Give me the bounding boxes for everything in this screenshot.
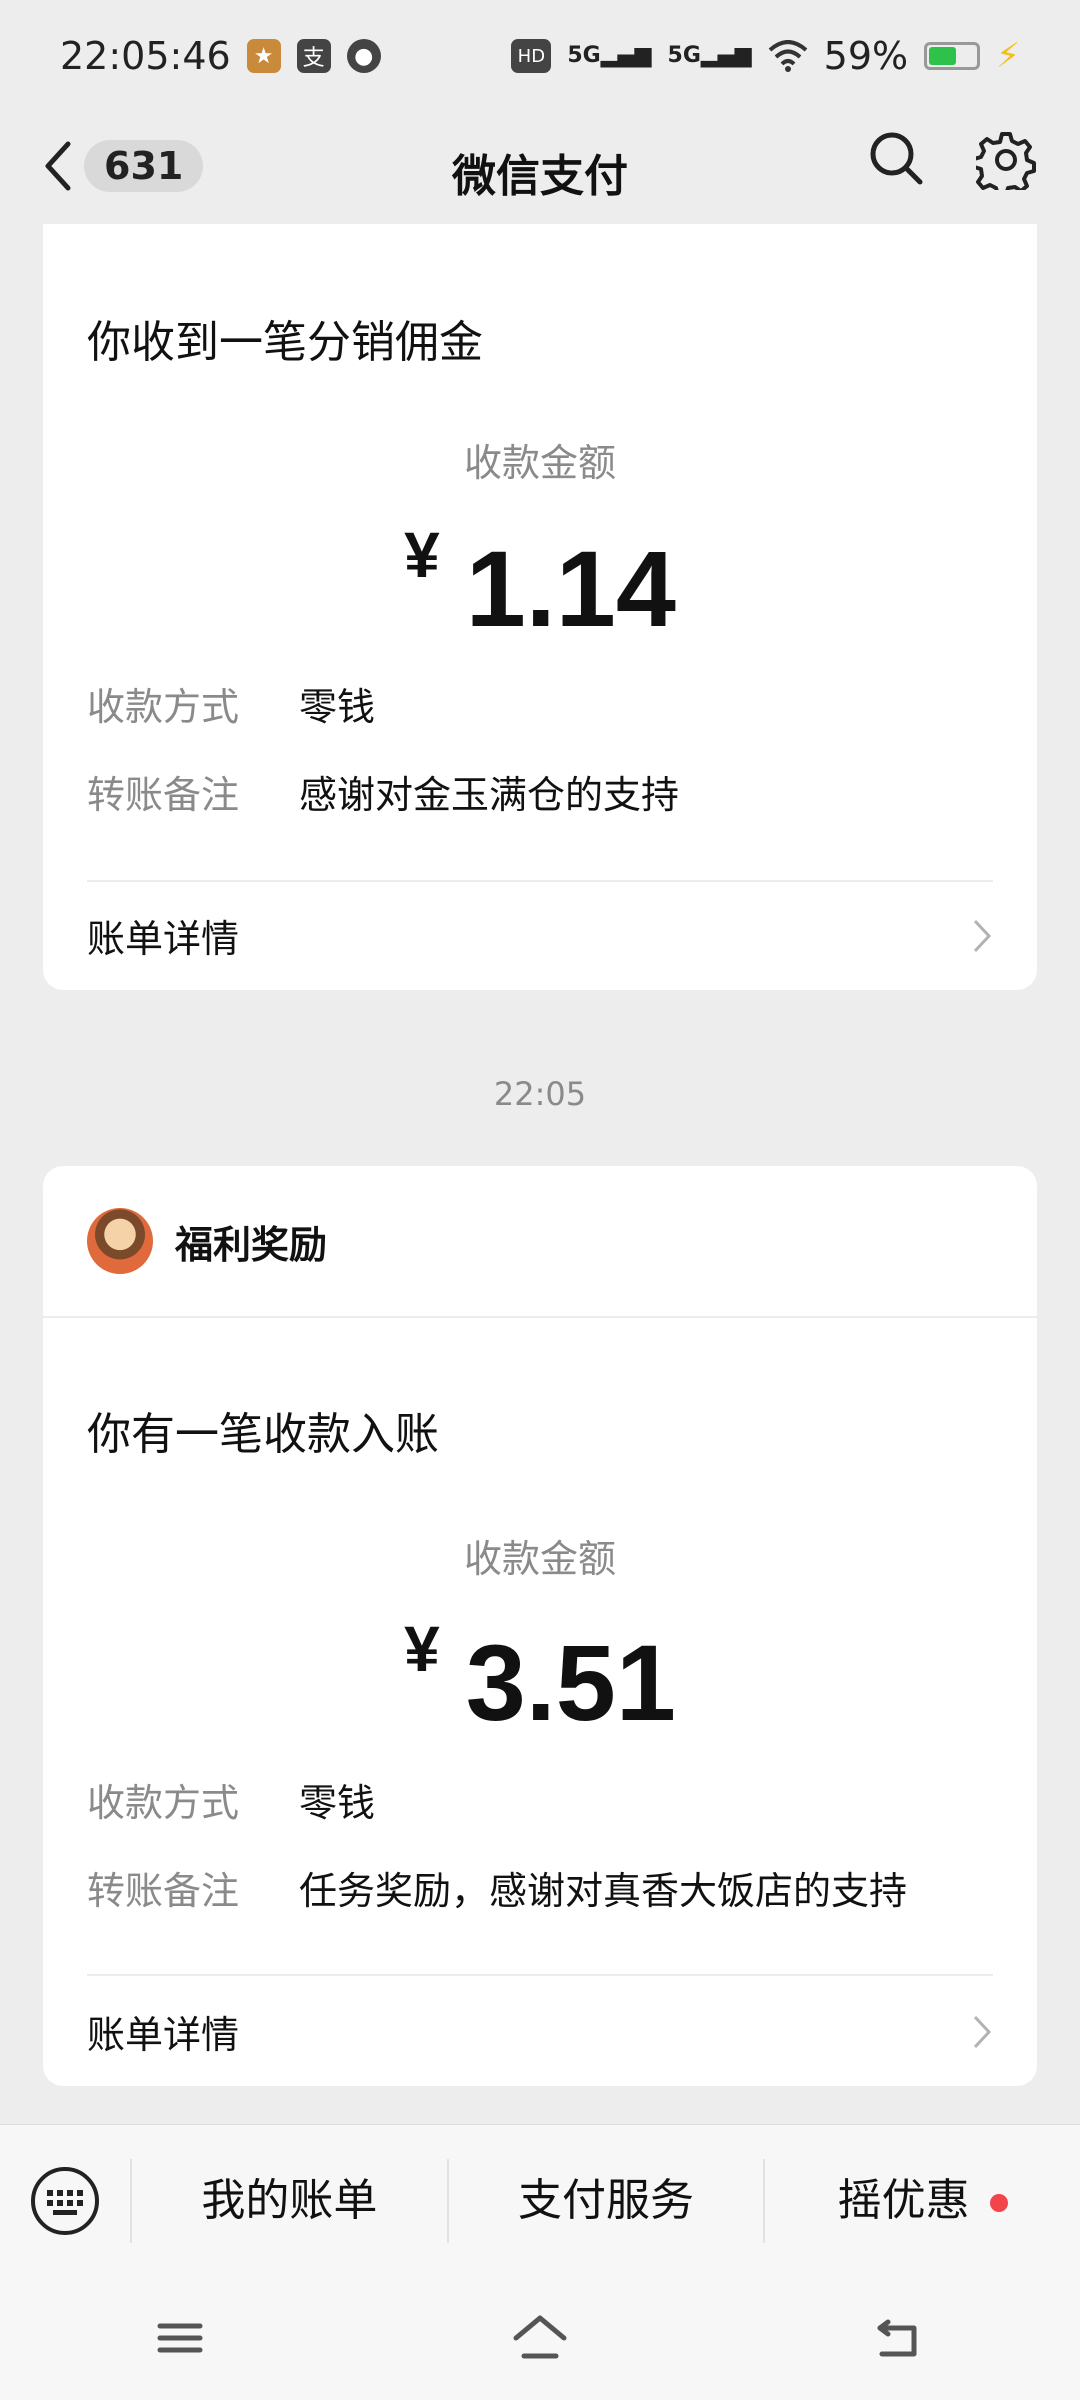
alipay-notification-icon: 支 xyxy=(296,39,331,73)
status-left: 22:05:46 ★ 支 ● xyxy=(60,34,381,78)
search-icon[interactable] xyxy=(868,130,924,186)
amount-number: 1.14 xyxy=(465,528,676,649)
message-heading: 你收到一笔分销佣金 xyxy=(87,317,483,368)
time-separator: 22:05 xyxy=(493,1075,587,1113)
system-nav-bar xyxy=(0,2276,1080,2400)
note-row: 转账备注 感谢对金玉满仓的支持 xyxy=(87,764,679,819)
note-row: 转账备注 任务奖励，感谢对真香大饭店的支持 xyxy=(87,1860,907,1915)
wifi-icon xyxy=(768,40,807,72)
currency-symbol: ¥ xyxy=(404,519,440,591)
menu-my-bills[interactable]: 我的账单 xyxy=(130,2159,447,2243)
divider xyxy=(87,880,993,882)
app-notification-icon: ● xyxy=(346,39,381,73)
method-value: 零钱 xyxy=(299,685,376,729)
bill-detail-link[interactable]: 账单详情 xyxy=(87,908,993,963)
signal-5g-1: 5G▂▄▆ xyxy=(567,43,652,68)
bill-detail-link[interactable]: 账单详情 xyxy=(87,2004,993,2059)
bill-detail-label: 账单详情 xyxy=(87,2013,240,2057)
gear-icon[interactable] xyxy=(976,130,1036,190)
note-key: 转账备注 xyxy=(87,773,240,817)
method-row: 收款方式 零钱 xyxy=(87,1772,375,1827)
home-icon[interactable] xyxy=(510,2308,570,2368)
note-value: 任务奖励，感谢对真香大饭店的支持 xyxy=(299,1869,908,1913)
keyboard-toggle[interactable] xyxy=(0,2165,130,2237)
game-notification-icon: ★ xyxy=(246,39,281,73)
amount-value: ¥3.51 xyxy=(43,1613,1037,1745)
battery-percent: 59% xyxy=(823,34,909,78)
divider xyxy=(87,1974,993,1976)
menu-shake-offers[interactable]: 摇优惠 xyxy=(763,2159,1080,2243)
method-key: 收款方式 xyxy=(87,1781,240,1825)
sender-header[interactable]: 福利奖励 xyxy=(43,1166,1037,1318)
menu-icon[interactable] xyxy=(150,2308,210,2368)
amount-label: 收款金额 xyxy=(463,1537,616,1581)
battery-level xyxy=(929,47,957,65)
currency-symbol: ¥ xyxy=(404,1613,440,1685)
sender-avatar xyxy=(87,1208,153,1274)
notification-dot xyxy=(989,2194,1008,2212)
chevron-right-icon xyxy=(973,2015,992,2048)
note-value: 感谢对金玉满仓的支持 xyxy=(299,773,680,817)
status-time: 22:05:46 xyxy=(60,34,231,78)
payment-message-card[interactable]: 你收到一笔分销佣金 收款金额 ¥1.14 收款方式 零钱 转账备注 感谢对金玉满… xyxy=(43,224,1037,990)
keyboard-icon xyxy=(31,2167,99,2235)
note-key: 转账备注 xyxy=(87,1869,240,1913)
amount-value: ¥1.14 xyxy=(43,519,1037,651)
hd-icon: HD xyxy=(511,39,552,73)
method-value: 零钱 xyxy=(299,1781,376,1825)
bottom-menu: 我的账单 支付服务 摇优惠 xyxy=(0,2124,1080,2277)
signal-5g-2: 5G▂▄▆ xyxy=(667,43,752,68)
back-nav-icon[interactable] xyxy=(870,2308,930,2368)
message-heading: 你有一笔收款入账 xyxy=(87,1409,439,1460)
payment-message-card[interactable]: 福利奖励 你有一笔收款入账 收款金额 ¥3.51 收款方式 零钱 转账备注 任务… xyxy=(43,1166,1037,2086)
shake-offers-label: 摇优惠 xyxy=(837,2175,970,2226)
amount-label: 收款金额 xyxy=(463,441,616,485)
amount-number: 3.51 xyxy=(465,1622,676,1743)
charging-icon: ⚡ xyxy=(996,36,1020,76)
menu-pay-services[interactable]: 支付服务 xyxy=(446,2159,764,2243)
bill-detail-label: 账单详情 xyxy=(87,917,240,961)
status-right: HD 5G▂▄▆ 5G▂▄▆ 59% ⚡ xyxy=(511,34,1020,78)
network-label-2: 5G xyxy=(667,43,701,68)
sender-name: 福利奖励 xyxy=(175,1222,328,1267)
network-label-1: 5G xyxy=(567,43,601,68)
battery-icon xyxy=(924,42,981,70)
method-row: 收款方式 零钱 xyxy=(87,676,375,731)
method-key: 收款方式 xyxy=(87,685,240,729)
chevron-right-icon xyxy=(973,919,992,952)
status-bar: 22:05:46 ★ 支 ● HD 5G▂▄▆ 5G▂▄▆ 59% ⚡ xyxy=(0,0,1080,112)
